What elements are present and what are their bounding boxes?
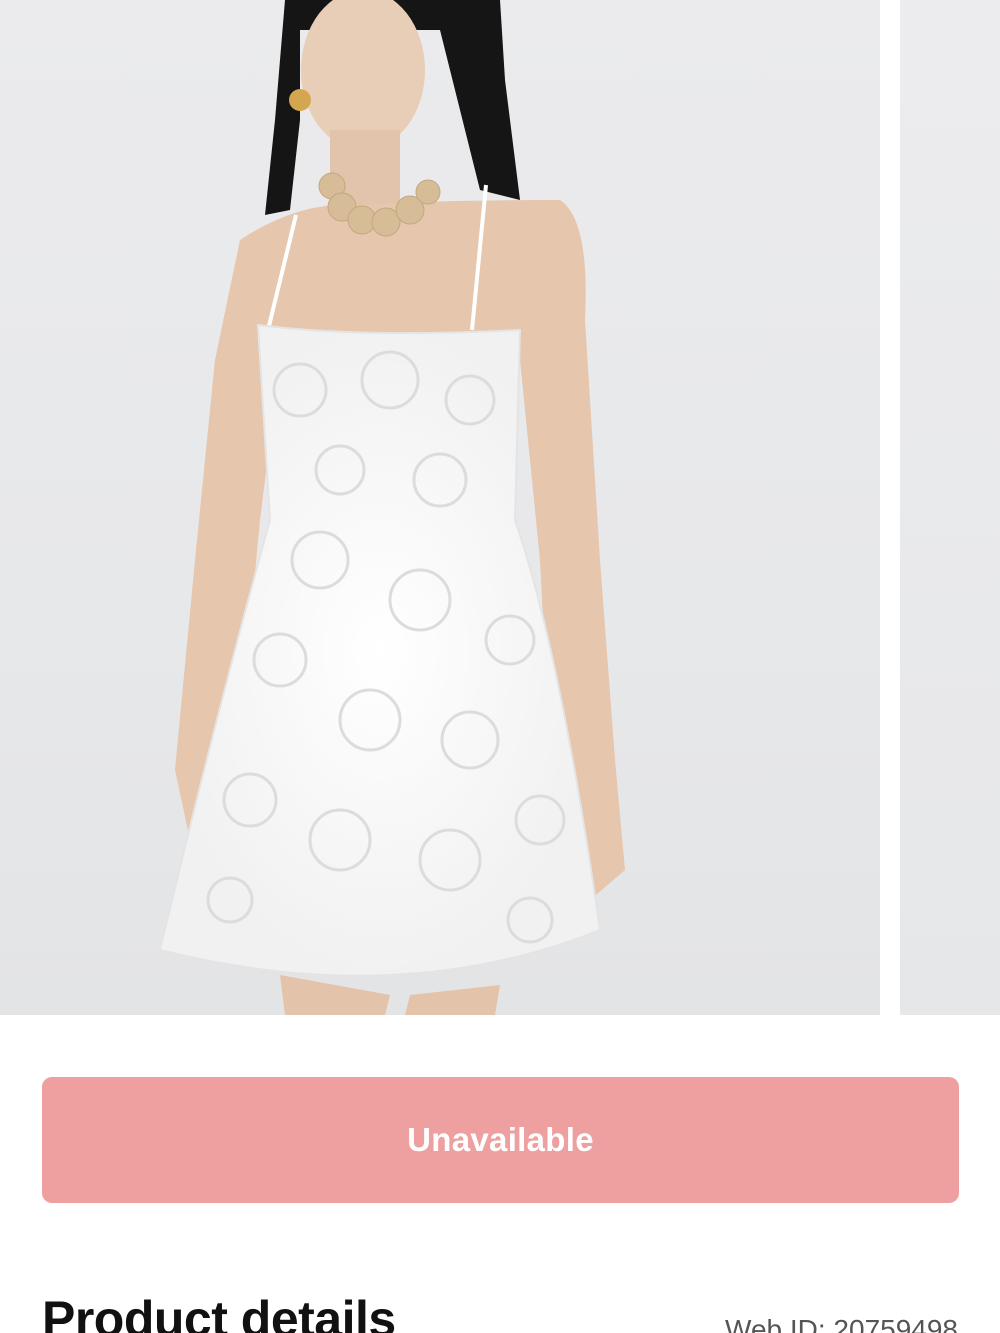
product-details-title: Product details xyxy=(42,1291,396,1333)
product-image-next[interactable] xyxy=(900,0,1000,1015)
product-image-main[interactable] xyxy=(0,0,880,1015)
unavailable-button[interactable]: Unavailable xyxy=(42,1077,959,1203)
product-image-carousel[interactable] xyxy=(0,0,1000,1015)
product-photo-dress xyxy=(158,0,625,1015)
product-page: Unavailable Product details Web ID: 2075… xyxy=(0,0,1000,1333)
web-id: Web ID: 20759498 xyxy=(725,1314,958,1333)
